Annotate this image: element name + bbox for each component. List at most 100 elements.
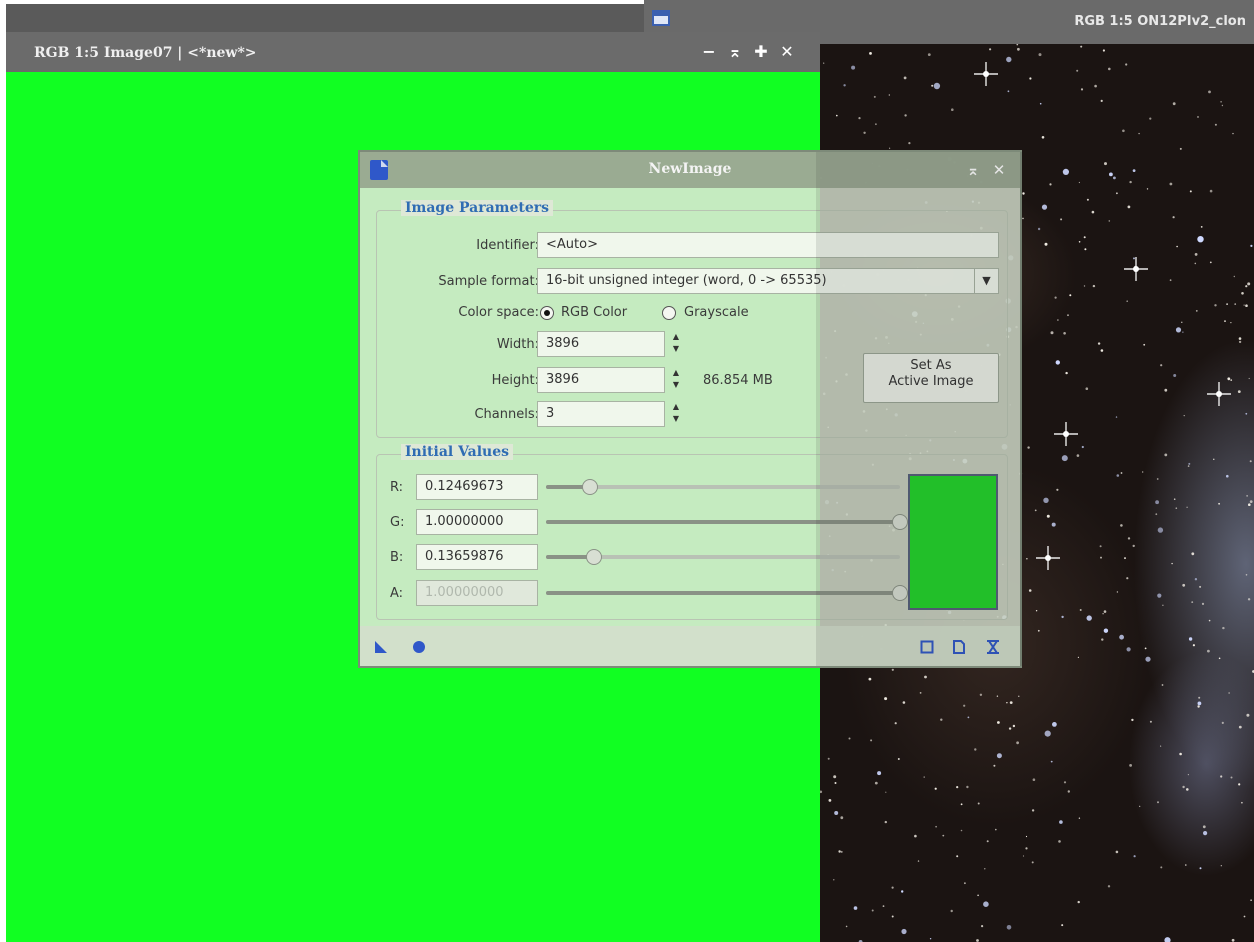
channels-input[interactable]: 3 <box>537 401 665 427</box>
star <box>1221 721 1224 725</box>
star <box>1249 460 1252 463</box>
star <box>1195 310 1198 312</box>
set-as-active-line-1: Set As <box>910 358 952 373</box>
global-execute-icon[interactable] <box>412 640 426 654</box>
height-input[interactable]: 3896 <box>537 367 665 393</box>
channel-value-input-1[interactable]: 1.00000000 <box>416 509 538 535</box>
star <box>1063 781 1067 784</box>
star <box>1169 182 1173 186</box>
star <box>828 799 832 802</box>
star <box>853 906 858 910</box>
star <box>1156 478 1159 480</box>
star <box>833 879 835 881</box>
star <box>1139 805 1141 807</box>
star <box>964 882 966 885</box>
star <box>884 820 887 824</box>
main-window-titlebar[interactable]: RGB 1:5 Image07 | <*new*> − ⌅ ✚ ✕ <box>6 32 820 72</box>
star <box>1185 864 1187 866</box>
star <box>1059 820 1063 824</box>
channel-slider-2[interactable] <box>546 549 900 565</box>
star <box>908 142 911 145</box>
color-space-label: Color space: <box>458 305 539 320</box>
shade-icon[interactable]: ⌅ <box>964 160 982 180</box>
channels-spinner[interactable]: ▲ ▼ <box>667 401 685 427</box>
star <box>1124 557 1126 560</box>
star <box>1077 900 1080 904</box>
star <box>1127 205 1131 209</box>
chevron-down-icon[interactable]: ▼ <box>974 269 998 293</box>
star <box>1102 49 1105 52</box>
star <box>1199 867 1202 870</box>
star <box>995 828 997 831</box>
star <box>1197 705 1200 708</box>
star <box>951 108 954 111</box>
star <box>966 785 969 789</box>
star <box>1182 785 1185 789</box>
set-as-active-image-button[interactable]: Set As Active Image <box>863 353 999 403</box>
star <box>1079 609 1082 611</box>
image-parameters-title: Image Parameters <box>401 200 554 216</box>
channel-slider-0[interactable] <box>546 479 900 495</box>
star <box>1220 865 1222 867</box>
image-parameters-group: Image Parameters Identifier: <Auto> Samp… <box>376 200 1008 438</box>
star <box>1187 774 1189 776</box>
star <box>836 114 838 117</box>
channel-value-input-0[interactable]: 0.12469673 <box>416 474 538 500</box>
grayscale-label[interactable]: Grayscale <box>684 305 749 320</box>
initial-values-title: Initial Values <box>401 444 514 460</box>
grayscale-radio[interactable] <box>662 306 676 320</box>
star <box>1080 45 1083 48</box>
star <box>1231 938 1235 942</box>
star <box>840 816 844 820</box>
star <box>1108 67 1111 71</box>
star <box>1245 285 1248 288</box>
close-icon[interactable]: ✕ <box>778 42 796 62</box>
star <box>1067 790 1070 793</box>
star <box>1230 776 1233 779</box>
star <box>956 855 959 858</box>
new-image-dialog[interactable]: NewImage ⌅ ✕ Image Parameters Identifier… <box>358 150 1022 668</box>
channel-value-input-2[interactable]: 0.13659876 <box>416 544 538 570</box>
close-icon[interactable]: ✕ <box>990 160 1008 180</box>
star <box>960 829 963 832</box>
new-instance-icon[interactable] <box>374 640 388 654</box>
height-spinner[interactable]: ▲ ▼ <box>667 367 685 393</box>
maximize-icon[interactable]: ✚ <box>752 42 770 62</box>
star <box>923 776 925 778</box>
width-input[interactable]: 3896 <box>537 331 665 357</box>
minimize-icon[interactable]: − <box>700 42 718 62</box>
star <box>1058 840 1061 843</box>
width-spinner[interactable]: ▲ ▼ <box>667 331 685 357</box>
expand-icon[interactable] <box>986 640 1000 654</box>
star <box>1227 377 1231 381</box>
star <box>868 677 872 681</box>
star <box>1160 745 1162 747</box>
star <box>1097 342 1101 345</box>
star <box>1018 695 1020 697</box>
identifier-input[interactable]: <Auto> <box>537 232 999 258</box>
reset-icon[interactable] <box>920 640 934 654</box>
star <box>1008 727 1012 730</box>
star <box>1125 63 1128 66</box>
sample-format-select[interactable]: 16-bit unsigned integer (word, 0 -> 6553… <box>537 268 999 294</box>
width-label: Width: <box>496 337 539 352</box>
star <box>1120 472 1123 474</box>
bright-star <box>1207 382 1231 406</box>
star <box>1115 850 1119 854</box>
preferences-icon[interactable] <box>952 640 966 654</box>
star <box>984 868 986 870</box>
dialog-titlebar[interactable]: NewImage ⌅ ✕ <box>360 152 1020 188</box>
star <box>1220 101 1222 103</box>
star <box>1194 578 1198 581</box>
star <box>1201 602 1205 606</box>
star <box>1155 513 1158 516</box>
star <box>851 65 856 70</box>
channel-slider-1[interactable] <box>546 514 908 530</box>
shade-icon[interactable]: ⌅ <box>726 42 744 62</box>
rgb-color-label[interactable]: RGB Color <box>561 305 627 320</box>
star <box>989 48 992 51</box>
channel-slider-thumb-1[interactable] <box>892 514 908 530</box>
star <box>888 94 890 96</box>
rgb-color-radio[interactable] <box>540 306 554 320</box>
star <box>956 786 959 789</box>
